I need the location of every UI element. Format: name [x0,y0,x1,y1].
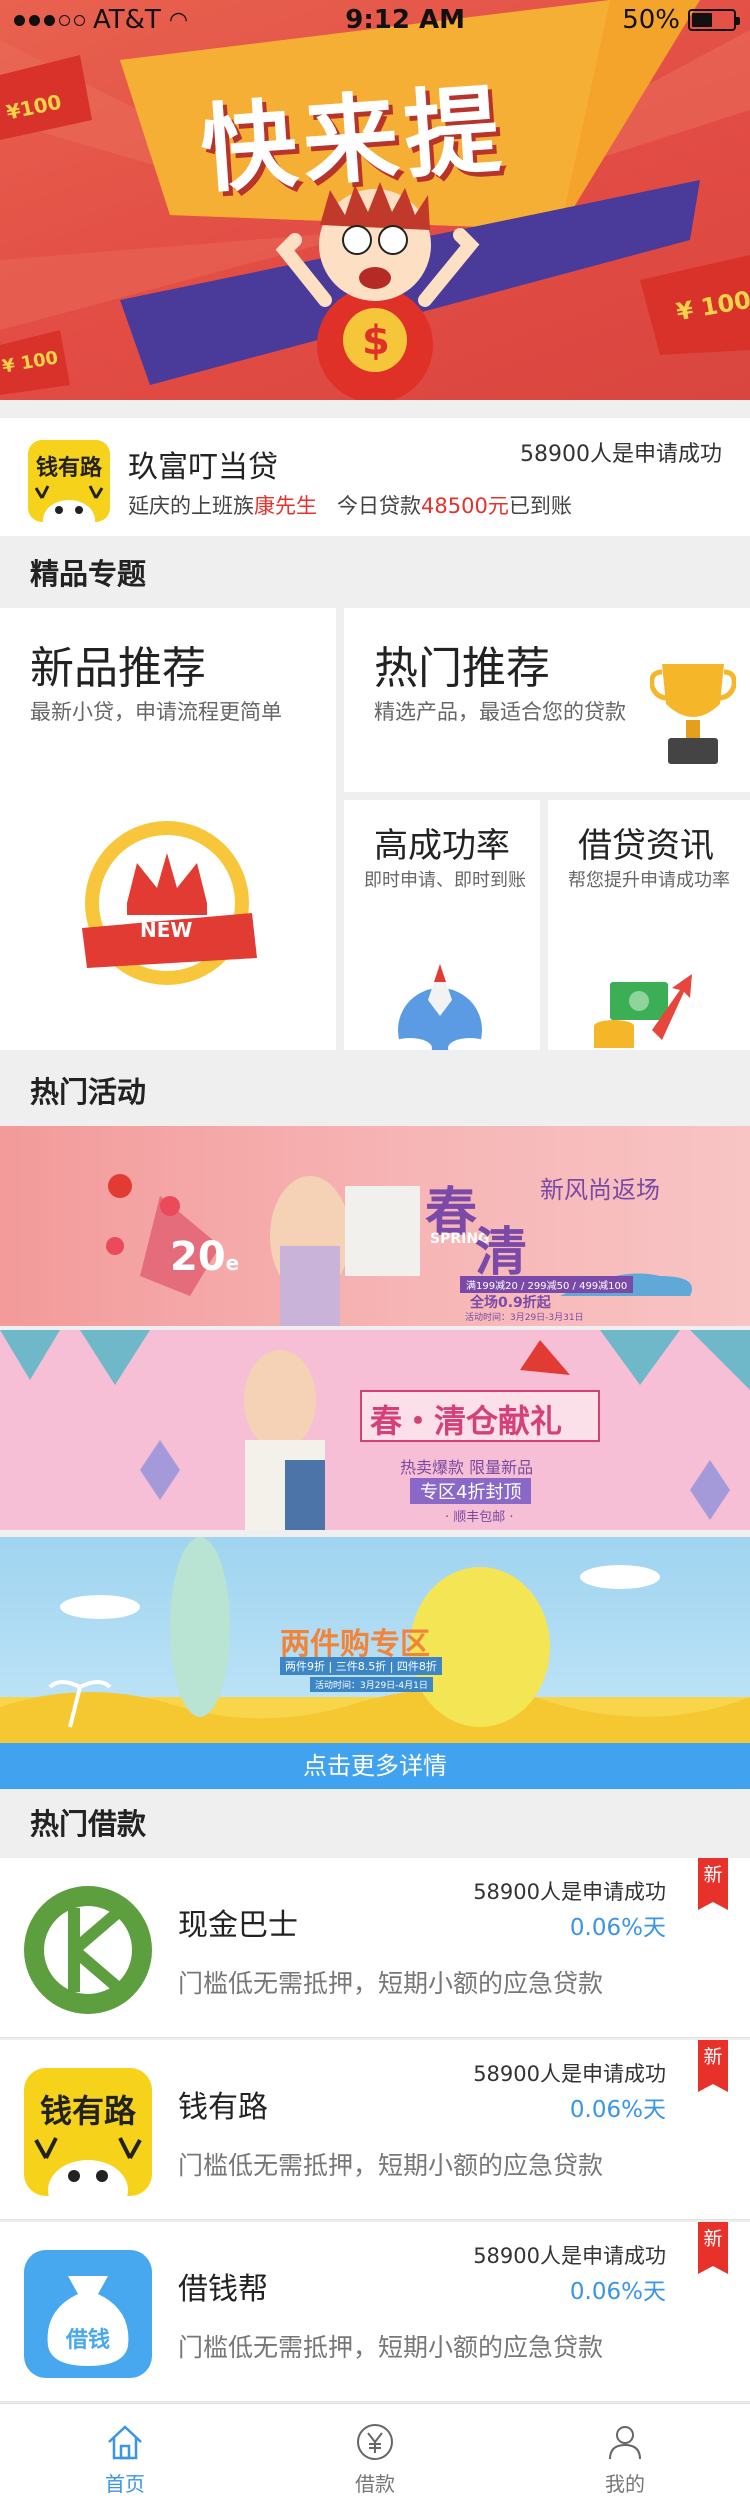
feature-card-success[interactable]: 高成功率 即时申请、即时到账 [344,800,540,1050]
feature-hot-subtitle: 精选产品，最适合您的贷款 [374,700,626,724]
qianyoulu-logo: 钱有路 [24,2068,152,2196]
loan-apply-count: 58900人是申请成功 [473,2244,666,2268]
banner1-price-unit: e [225,1251,240,1275]
banner1-price-value: 20 [170,1234,226,1280]
banner2-line2: 专区4折封顶 [410,1478,532,1504]
ticker-name: 康先生 [254,494,317,518]
trophy-icon [650,664,736,764]
logo-text: 借钱 [65,2328,110,2353]
feature-success-subtitle: 即时申请、即时到账 [364,870,526,891]
banner1-line1: 满199减20 / 299减50 / 499减100 [460,1276,634,1293]
banner2-line3: · 顺丰包邮 · [445,1510,514,1525]
loan-rate: 0.06%天 [569,2279,666,2305]
feature-hot-title: 热门推荐 [374,643,550,694]
banner-spring-art [106,1174,692,1326]
promo-apply-count: 58900人是申请成功 [520,442,722,467]
loan-name: 现金巴士 [178,1908,298,1943]
banner2-title: 春・清仓献礼 [370,1402,563,1440]
section-title-loans: 热门借款 [0,1790,750,1858]
tab-label: 借款 [355,2472,395,2496]
tab-label: 首页 [105,2472,145,2496]
banner1-price: 20e [170,1234,239,1280]
deer-icon [34,485,104,522]
banner1-line3: 活动时间：3月29日-3月31日 [465,1313,584,1323]
money-growth-icon [594,974,692,1048]
feature-success-title: 高成功率 [374,826,510,866]
feature-consult-subtitle: 帮您提升申请成功率 [568,870,730,891]
hero-banner[interactable]: 快来提 $ ¥100 ¥ 100 ¥ 100 [0,0,750,400]
activity-banner-clearance[interactable]: 春・清仓献礼 热卖爆款 限量新品 专区4折封顶 · 顺丰包邮 · [0,1330,750,1530]
tab-bar: 首页 借款 我的 [0,2403,750,2503]
ticker-suffix: 已到账 [508,494,572,518]
loan-description: 门槛低无需抵押，短期小额的应急贷款 [178,1969,604,1998]
new-badge: 新 [698,1858,728,1910]
carrier-label: AT&T [93,5,161,35]
activity-banner-spring[interactable]: 春 SPRING 清 新风尚返场 20e 满199减20 / 299减50 / … [0,1126,750,1326]
loan-name: 借钱帮 [178,2272,268,2307]
new-crown-icon [82,821,257,985]
feature-new-subtitle: 最新小贷，申请流程更简单 [30,700,282,724]
loan-item-qianyoulu[interactable]: 钱有路 钱有路 58900人是申请成功 0.06%天 门槛低无需抵押，短期小额的… [0,2040,750,2220]
signal-icon [14,14,85,26]
home-icon [108,2425,142,2460]
banner1-line2: 全场0.9折起 [470,1295,551,1311]
deer-icon [34,2137,142,2196]
promo-title: 玖富叮当贷 [128,450,278,485]
jieqianbang-logo: 借钱 [24,2250,152,2378]
user-icon [609,2426,641,2460]
new-badge: 新 [698,2040,728,2092]
feature-card-hot[interactable]: 热门推荐 精选产品，最适合您的贷款 [344,608,750,792]
tab-mine[interactable]: 我的 [500,2404,750,2503]
status-bar: AT&T ◠ 9:12 AM 50% [0,0,750,40]
loan-apply-count: 58900人是申请成功 [473,1880,666,1904]
loan-rate: 0.06%天 [569,2097,666,2123]
qianyoulu-logo: 钱有路 [28,440,110,522]
banner3-line2: 活动时间：3月29日-4月1日 [310,1677,433,1692]
section-title-featured: 精品专题 [0,540,750,608]
hero-headline: 快来提 [197,73,511,207]
battery-percent: 50% [622,5,680,35]
cash-bus-icon [30,1892,146,2008]
ticker-prefix: 延庆的上班族 [128,494,254,518]
feature-consult-title: 借贷资讯 [578,826,714,866]
banner1-title-b: 清 [475,1223,528,1283]
yen-icon [357,2424,393,2460]
banner2-line1: 热卖爆款 限量新品 [400,1458,534,1477]
promo-ticker: 延庆的上班族康先生 今日贷款48500元已到账 [128,490,572,520]
tab-home[interactable]: 首页 [0,2404,250,2503]
battery-icon [688,9,740,31]
loan-apply-count: 58900人是申请成功 [473,2062,666,2086]
ticker-amount: 48500元 [421,494,509,518]
money-bag-icon [47,2276,129,2366]
cash-bus-logo [24,1886,152,2014]
new-badge: 新 [698,2222,728,2274]
coin-symbol: $ [362,318,390,364]
feature-card-new[interactable]: 新品推荐 最新小贷，申请流程更简单 NEW [0,608,336,1050]
loan-item-cash-bus[interactable]: 现金巴士 58900人是申请成功 0.06%天 门槛低无需抵押，短期小额的应急贷… [0,1858,750,2038]
promo-strip[interactable]: 钱有路 玖富叮当贷 58900人是申请成功 延庆的上班族康先生 今日贷款4850… [0,418,750,536]
feature-new-title: 新品推荐 [30,643,206,694]
ticker-mid: 今日贷款 [317,494,422,518]
tab-label: 我的 [605,2472,645,2496]
more-details-button[interactable]: 点击更多详情 [0,1743,750,1789]
banner1-tag: 新风尚返场 [540,1176,660,1204]
feature-card-consult[interactable]: 借贷资讯 帮您提升申请成功率 [548,800,750,1050]
activity-banner-two-piece[interactable]: 两件购专区 两件9折 | 三件8.5折 | 四件8折 活动时间：3月29日-4月… [0,1537,750,1743]
loan-description: 门槛低无需抵押，短期小额的应急贷款 [178,2333,604,2362]
new-badge-text: NEW [140,918,193,942]
loan-description: 门槛低无需抵押，短期小额的应急贷款 [178,2151,604,2180]
loan-rate: 0.06%天 [569,1915,666,1941]
section-title-activities: 热门活动 [0,1058,750,1126]
clock: 9:12 AM [345,5,465,35]
tab-loan[interactable]: 借款 [250,2404,500,2503]
loan-name: 钱有路 [178,2090,268,2125]
app-screen: 快来提 $ ¥100 ¥ 100 ¥ 100 AT&T ◠ 9:12 AM 50… [0,0,750,2503]
wifi-icon: ◠ [168,7,189,33]
loan-item-jieqianbang[interactable]: 借钱 借钱帮 58900人是申请成功 0.06%天 门槛低无需抵押，短期小额的应… [0,2222,750,2402]
rocket-icon [390,964,490,1050]
banner3-line1: 两件9折 | 三件8.5折 | 四件8折 [280,1657,442,1675]
